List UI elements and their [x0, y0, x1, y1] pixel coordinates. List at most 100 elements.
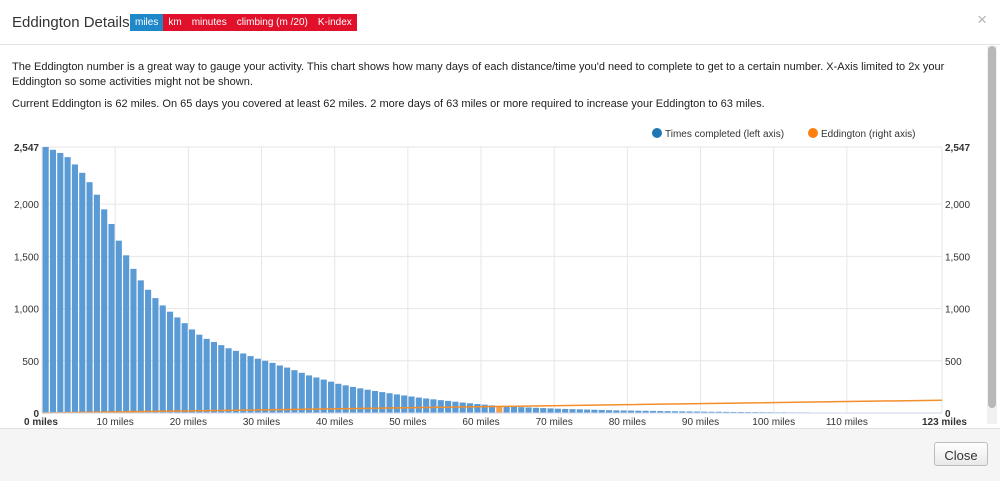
y-tick-label-left: 2,547 [14, 143, 39, 154]
bar[interactable] [116, 241, 122, 413]
modal-title: Eddington Details [12, 14, 130, 31]
bar[interactable] [101, 209, 107, 413]
legend-item-times-completed[interactable]: Times completed (left axis) [652, 128, 784, 140]
bar[interactable] [562, 409, 568, 413]
bar[interactable] [218, 345, 224, 413]
bar[interactable] [569, 409, 575, 413]
x-tick-label: 70 miles [536, 417, 573, 428]
bar[interactable] [211, 342, 217, 413]
bar[interactable] [511, 407, 517, 413]
close-button[interactable]: Close [934, 442, 988, 466]
bar[interactable] [584, 410, 590, 413]
bar[interactable] [533, 408, 539, 413]
y-tick-label-left: 500 [22, 357, 39, 368]
bar[interactable] [408, 397, 414, 414]
bar[interactable] [306, 375, 312, 413]
bar[interactable] [72, 164, 78, 413]
bar[interactable] [50, 150, 56, 413]
bar[interactable] [357, 388, 363, 413]
bar[interactable] [394, 394, 400, 413]
bar[interactable] [138, 280, 144, 413]
bar[interactable] [430, 399, 436, 413]
bar[interactable] [262, 361, 268, 413]
y-tick-label-left: 1,000 [14, 305, 39, 316]
bar[interactable] [291, 370, 297, 413]
tab-minutes[interactable]: minutes [187, 14, 232, 31]
x-tick-label: 20 miles [170, 417, 207, 428]
bar[interactable] [401, 395, 407, 413]
y-tick-label-right: 2,000 [945, 200, 970, 211]
bar[interactable] [284, 368, 290, 413]
legend-label-eddington: Eddington (right axis) [821, 129, 916, 140]
bar[interactable] [460, 403, 466, 413]
bar[interactable] [160, 305, 166, 413]
tab-miles[interactable]: miles [130, 14, 163, 31]
legend-marker-eddington [808, 128, 818, 138]
x-tick-label: 90 miles [682, 417, 719, 428]
bar[interactable] [255, 359, 261, 413]
tab-km[interactable]: km [163, 14, 186, 31]
bar[interactable] [277, 365, 283, 413]
bar[interactable] [87, 182, 93, 413]
bar[interactable] [526, 407, 532, 413]
bar[interactable] [233, 351, 239, 413]
modal-header: Eddington Details miles km minutes climb… [0, 0, 1000, 45]
bar[interactable] [94, 195, 100, 413]
bar[interactable] [79, 173, 85, 413]
bar[interactable] [57, 153, 63, 413]
legend-item-eddington[interactable]: Eddington (right axis) [808, 128, 916, 140]
bar[interactable] [174, 317, 180, 413]
bar[interactable] [299, 373, 305, 413]
bar[interactable] [577, 409, 583, 413]
bar[interactable] [321, 380, 327, 413]
bar[interactable] [547, 408, 553, 413]
bar[interactable] [313, 377, 319, 413]
eddington-summary: Current Eddington is 62 miles. On 65 day… [12, 97, 972, 112]
legend-label-times-completed: Times completed (left axis) [665, 129, 784, 140]
description-paragraph: The Eddington number is a great way to g… [12, 60, 972, 90]
y-tick-label-right: 1,500 [945, 252, 970, 263]
bar[interactable] [247, 356, 253, 413]
bar[interactable] [108, 224, 114, 413]
bar[interactable] [372, 391, 378, 413]
bar[interactable] [269, 363, 275, 413]
bar[interactable] [43, 147, 49, 413]
bar[interactable] [240, 353, 246, 413]
x-tick-label: 100 miles [752, 417, 795, 428]
bar[interactable] [204, 339, 210, 413]
x-tick-label: 40 miles [316, 417, 353, 428]
bar[interactable] [167, 312, 173, 413]
scrollbar-thumb[interactable] [988, 46, 996, 408]
bar[interactable] [145, 290, 151, 413]
y-tick-label-left: 2,000 [14, 200, 39, 211]
bar[interactable] [365, 390, 371, 413]
bar[interactable] [379, 392, 385, 413]
bar[interactable] [123, 255, 129, 413]
bar[interactable] [189, 329, 195, 413]
bar[interactable] [423, 398, 429, 413]
bar[interactable] [196, 335, 202, 413]
bar[interactable] [387, 393, 393, 413]
eddington-chart: 2,5472,5472,0002,0001,5001,5001,0001,000… [0, 118, 985, 428]
x-tick-label: 80 miles [609, 417, 646, 428]
bar[interactable] [555, 409, 561, 413]
scrollbar[interactable] [987, 46, 997, 424]
bar[interactable] [416, 398, 422, 413]
bar[interactable] [65, 157, 71, 413]
y-tick-label-right: 2,547 [945, 143, 970, 154]
bar[interactable] [540, 408, 546, 413]
y-tick-label-left: 1,500 [14, 252, 39, 263]
x-tick-label: 123 miles [922, 417, 967, 428]
bar[interactable] [152, 298, 158, 413]
tab-k-index[interactable]: K-index [313, 14, 357, 31]
bar[interactable] [474, 404, 480, 413]
bar[interactable] [504, 406, 510, 413]
bar[interactable] [518, 407, 524, 413]
close-icon[interactable]: × [977, 10, 987, 30]
bar[interactable] [130, 269, 136, 413]
tab-climbing[interactable]: climbing (m /20) [232, 14, 313, 31]
bar[interactable] [182, 323, 188, 413]
x-tick-label: 50 miles [389, 417, 426, 428]
bar[interactable] [226, 348, 232, 413]
bar[interactable] [467, 403, 473, 413]
